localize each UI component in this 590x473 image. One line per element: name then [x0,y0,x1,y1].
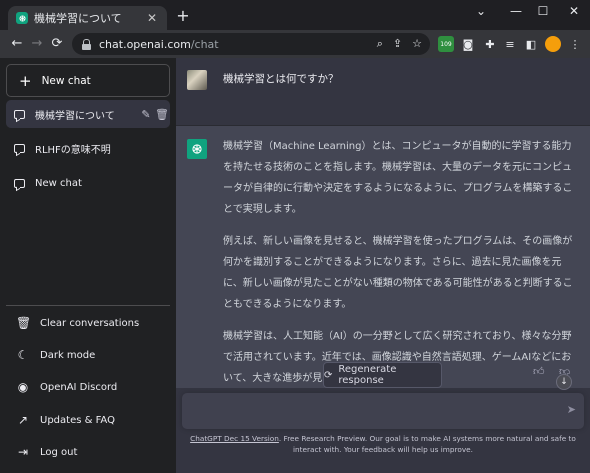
new-chat-label: New chat [41,74,91,87]
tab-close-icon[interactable]: ✕ [145,11,159,25]
conversation-label: 機械学習について [35,110,115,122]
user-message-row: 機械学習とは何ですか？ [176,58,590,126]
updates-faq-label: Updates & FAQ [40,414,115,426]
chatgpt-logo-icon [187,139,207,159]
share-icon[interactable]: ⇪ [393,37,402,51]
external-link-icon: ↗ [17,413,29,427]
trash-icon: 🗑︎ [16,316,32,330]
assistant-paragraph: 例えば、新しい画像を見せると、機械学習を使ったプログラムは、その画像が何かを識別… [223,236,573,310]
conversation-label: RLHFの意味不明 [35,144,111,156]
sidebar-divider [6,305,170,306]
user-message-text: 機械学習とは何ですか？ [223,73,339,85]
send-icon[interactable]: ➤ [567,403,576,416]
media-control-icon[interactable]: ≡ [502,36,518,52]
chat-main: 機械学習とは何ですか？ 機械学習（Machine Learning）とは、コンピ… [176,58,590,473]
url-path: /chat [190,37,219,51]
conversation-item-active[interactable]: 機械学習について ✎ 🗑︎ [6,100,170,128]
moon-icon: ☾ [17,348,29,362]
forward-button[interactable]: → [26,36,48,51]
extension-badge-icon[interactable]: 109 [438,36,454,52]
back-button[interactable]: ← [6,36,28,51]
conversation-label: New chat [35,177,82,189]
conversation-item[interactable]: New chat [6,169,170,197]
profile-avatar[interactable] [545,36,561,52]
reload-button[interactable]: ⟳ [46,36,68,51]
close-window-button[interactable]: ✕ [563,4,585,18]
regenerate-label: Regenerate response [338,364,397,386]
chat-bubble-icon [14,178,25,188]
thumbs-up-icon[interactable]: 👍︎ [533,365,545,378]
lock-icon[interactable] [82,39,91,50]
conversation-item[interactable]: RLHFの意味不明 [6,134,170,162]
maximize-button[interactable]: ☐ [532,4,554,18]
scroll-down-icon[interactable]: ↓ [556,374,572,390]
browser-tabbar: 機械学習について ✕ + ⌄ — ☐ ✕ [0,0,590,30]
edit-pencil-icon[interactable]: ✎ [138,108,154,121]
discord-icon: ◉ [17,380,29,394]
dark-mode-button[interactable]: ☾ Dark mode [6,341,170,369]
chat-bubble-icon [14,109,25,119]
address-bar[interactable]: chat.openai.com/chat ⌕ ⇪ ☆ [72,33,430,55]
chat-bubble-icon [14,143,25,153]
tab-search-icon[interactable]: ⌄ [470,4,492,18]
url-host: chat.openai.com [99,37,191,51]
message-input[interactable] [192,402,552,420]
browser-menu-icon[interactable]: ⋮ [567,36,583,52]
new-chat-button[interactable]: + New chat [6,64,170,97]
side-panel-icon[interactable]: ◧ [523,36,539,52]
updates-faq-link[interactable]: ↗ Updates & FAQ [6,406,170,434]
clear-conversations-label: Clear conversations [40,317,140,329]
browser-tab[interactable]: 機械学習について ✕ [8,6,167,30]
delete-trash-icon[interactable]: 🗑︎ [154,108,170,121]
openai-discord-link[interactable]: ◉ OpenAI Discord [6,373,170,401]
assistant-message-row: 機械学習（Machine Learning）とは、コンピュータが自動的に学習する… [176,126,590,388]
assistant-message-text: 機械学習（Machine Learning）とは、コンピュータが自動的に学習する… [223,136,575,400]
extensions-puzzle-icon[interactable]: ✚ [482,36,498,52]
version-link[interactable]: ChatGPT Dec 15 Version [190,434,279,443]
refresh-icon: ⟳ [324,369,333,381]
logout-icon: ⇥ [17,445,29,459]
footer-text: . Free Research Preview. Our goal is to … [278,434,576,454]
plus-icon: + [19,71,32,90]
tab-title: 機械学習について [34,12,122,25]
bookmark-star-icon[interactable]: ☆ [412,37,422,51]
assistant-paragraph: 機械学習（Machine Learning）とは、コンピュータが自動的に学習する… [223,141,573,215]
log-out-button[interactable]: ⇥ Log out [6,438,170,466]
chatgpt-favicon-icon [16,12,28,24]
camera-extension-icon[interactable]: ◙ [460,36,476,52]
new-tab-button[interactable]: + [174,6,192,25]
zoom-icon[interactable]: ⌕ [377,37,383,51]
sidebar: + New chat 機械学習について ✎ 🗑︎ RLHFの意味不明 New c… [0,58,176,473]
regenerate-response-button[interactable]: ⟳ Regenerate response [323,362,442,388]
openai-discord-label: OpenAI Discord [40,381,118,393]
clear-conversations-button[interactable]: 🗑︎ Clear conversations [6,309,170,337]
log-out-label: Log out [40,446,78,458]
message-input-box[interactable]: ➤ [182,393,584,429]
footer-disclaimer: ChatGPT Dec 15 Version. Free Research Pr… [182,433,584,455]
minimize-button[interactable]: — [505,4,527,18]
user-avatar [187,70,207,90]
dark-mode-label: Dark mode [40,349,96,361]
